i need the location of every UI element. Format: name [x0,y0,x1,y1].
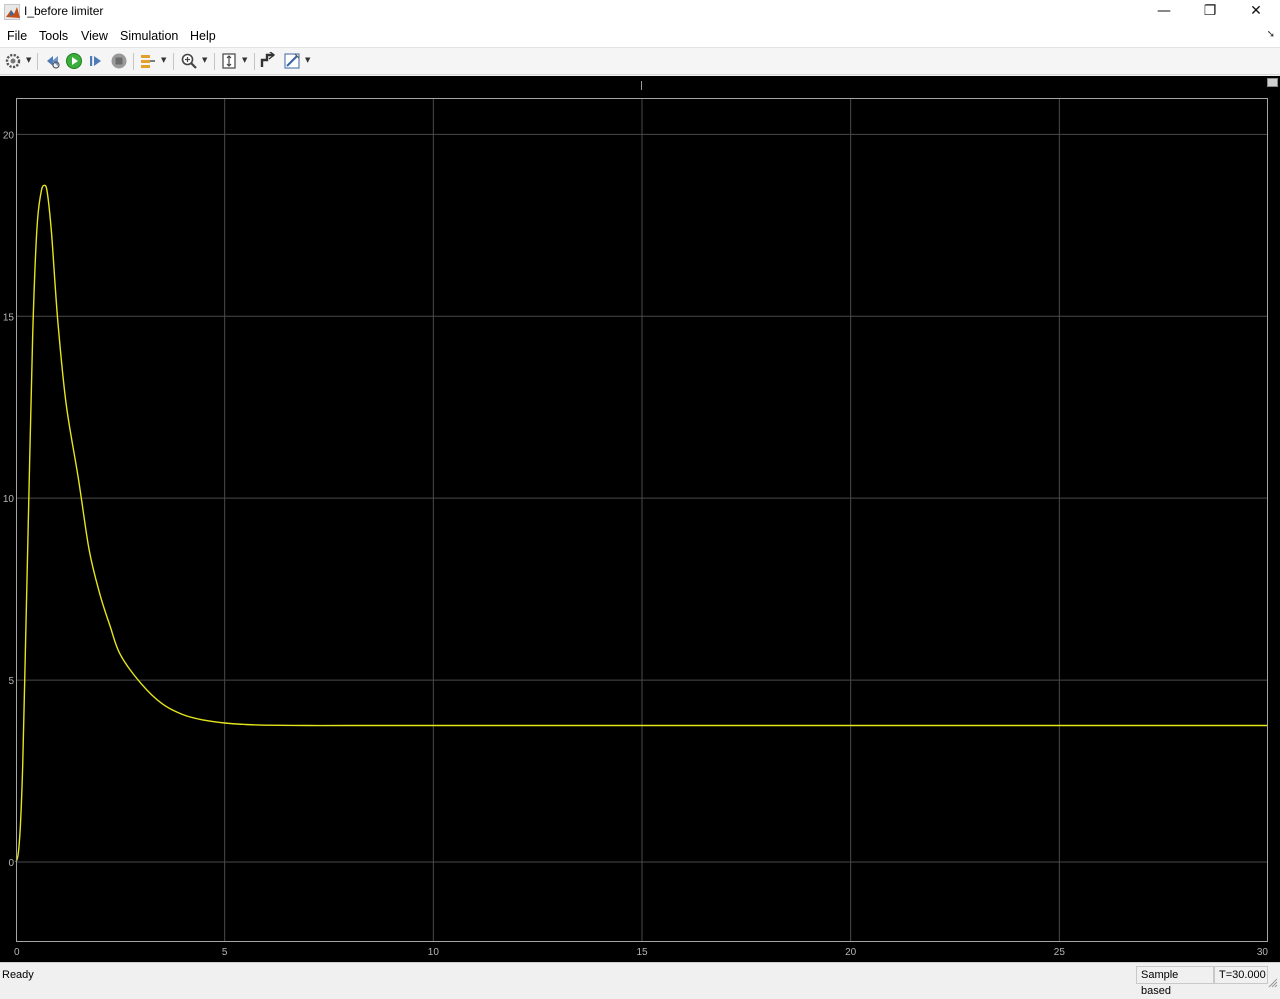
settings-icon[interactable] [4,52,22,70]
stop-icon[interactable] [110,52,128,70]
minimize-icon: — [1157,3,1171,19]
sim-time-indicator: T=30.000 [1214,966,1268,984]
scope-display: 0 5 10 15 20 25 30 0 5 10 15 20 [0,76,1280,962]
x-tick-label: 5 [222,947,228,958]
zoom-icon[interactable] [180,52,198,70]
scale-axes-icon[interactable] [220,52,238,70]
close-button[interactable]: ✕ [1233,0,1279,24]
toolbar-separator [133,53,134,70]
signal-highlight-icon[interactable] [139,52,157,70]
restore-button[interactable]: ❐ [1187,0,1233,24]
x-tick-label: 15 [636,947,648,958]
step-back-icon[interactable] [43,52,61,70]
toolbar: ▼ ▼ ▼ ▼ ▼ [0,48,1280,75]
resize-grip-icon[interactable] [1268,975,1278,988]
pin-icon[interactable]: ➘ [1267,29,1275,40]
status-text: Ready [2,969,34,981]
measurements-icon[interactable] [283,52,301,70]
x-tick-label: 20 [845,947,857,958]
y-tick-label: 10 [3,494,15,505]
measurements-dropdown-icon[interactable]: ▼ [305,56,310,64]
toolbar-separator [254,53,255,70]
x-tick-label: 10 [428,947,440,958]
settings-dropdown-icon[interactable]: ▼ [26,56,31,64]
x-tick-label: 0 [14,947,20,958]
y-tick-label: 0 [8,858,14,869]
menu-bar: File Tools View Simulation Help ➘ [0,24,1280,48]
x-tick-label: 25 [1054,947,1066,958]
toolbar-separator [214,53,215,70]
run-icon[interactable] [65,52,83,70]
scale-dropdown-icon[interactable]: ▼ [242,56,247,64]
signal-dropdown-icon[interactable]: ▼ [161,56,166,64]
x-tick-label: 30 [1257,947,1269,958]
title-bar: I_before limiter — ❐ ✕ [0,0,1280,24]
menu-view[interactable]: View [81,29,108,43]
status-bar: Ready Sample based T=30.000 [0,962,1280,997]
zoom-dropdown-icon[interactable]: ▼ [202,56,207,64]
toolbar-separator [173,53,174,70]
window-title: I_before limiter [24,4,104,18]
matlab-icon [4,4,20,20]
step-forward-icon[interactable] [87,52,105,70]
y-tick-label: 15 [3,312,15,323]
triggers-icon[interactable] [259,52,277,70]
menu-tools[interactable]: Tools [39,29,68,43]
sample-mode-indicator: Sample based [1136,966,1214,997]
y-tick-label: 5 [8,676,14,687]
close-icon: ✕ [1250,3,1262,19]
restore-icon: ❐ [1203,3,1217,19]
toolbar-separator [37,53,38,70]
axes-frame [16,98,1268,942]
menu-simulation[interactable]: Simulation [120,29,178,43]
menu-file[interactable]: File [7,29,27,43]
y-tick-label: 20 [3,130,15,141]
menu-help[interactable]: Help [190,29,216,43]
minimize-button[interactable]: — [1141,0,1187,24]
